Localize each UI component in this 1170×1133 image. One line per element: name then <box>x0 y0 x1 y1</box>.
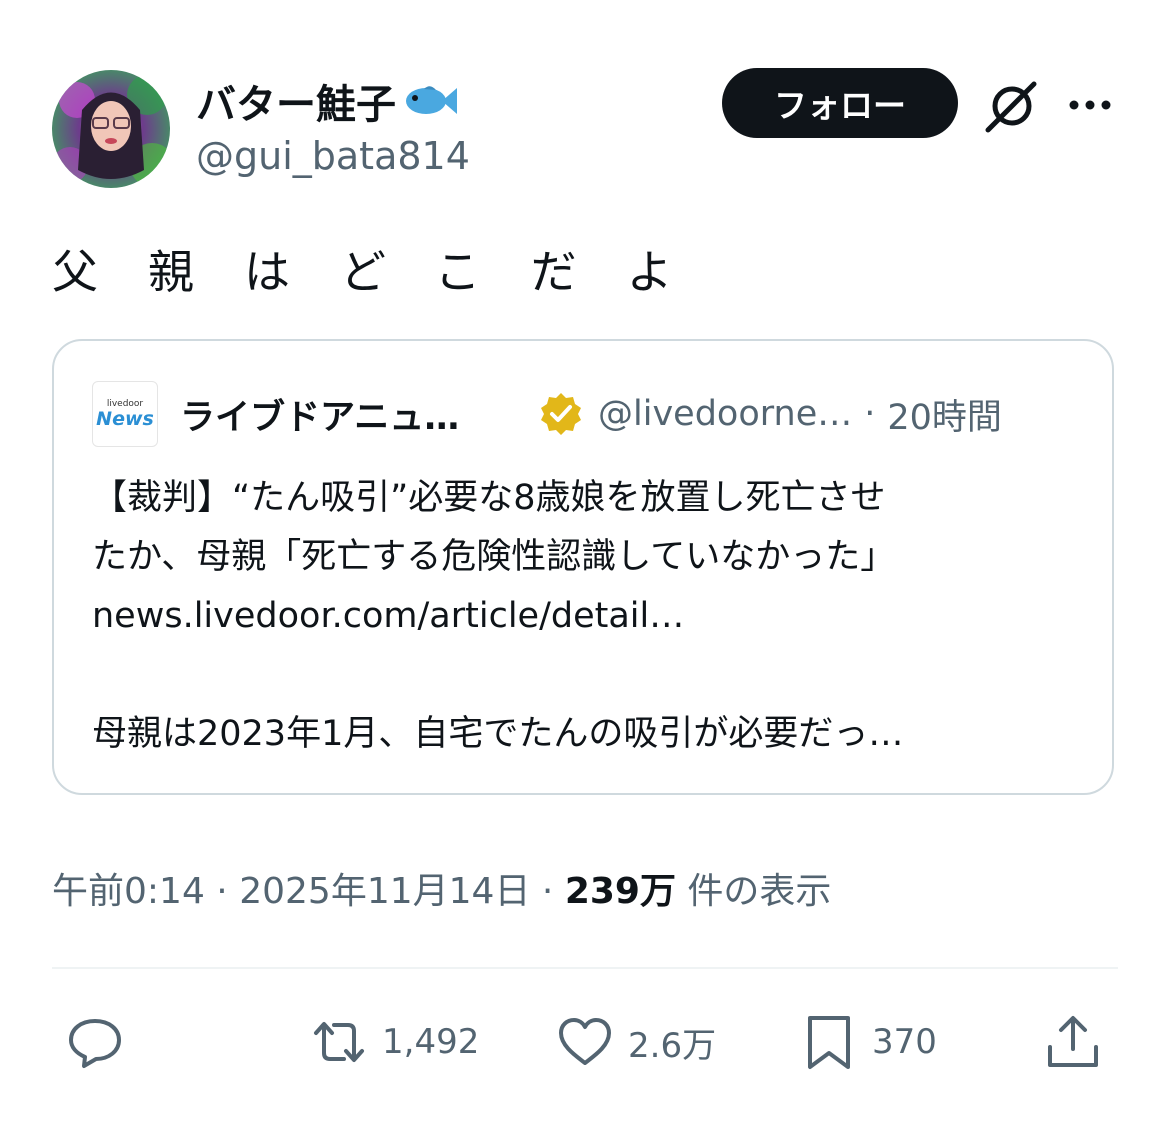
bookmark-icon <box>808 1016 850 1069</box>
quote-body: 【裁判】“たん吸引”必要な8歳娘を放置し死亡させ たか、母親「死亡する危険性認識… <box>92 469 1082 764</box>
author-display-name[interactable]: バター鮭子 <box>196 72 458 130</box>
quote-header: livedoor News ライブドアニュ… @livedoorne… · 20… <box>92 381 1082 447</box>
tweet-text: 父親はどこだよ <box>52 245 723 299</box>
retweet-icon <box>314 1022 364 1062</box>
tweet-time[interactable]: 午前0:14 <box>52 871 205 912</box>
reply-button[interactable] <box>66 1010 124 1074</box>
retweet-button[interactable]: 1,492 <box>310 1010 479 1074</box>
meta-separator: · <box>541 871 554 912</box>
tweet-meta: 午前0:14 · 2025年11月14日 · 239万 件の表示 <box>52 862 831 914</box>
views-label: 件の表示 <box>687 871 832 912</box>
quote-line: たか、母親「死亡する危険性認識していなかった」 <box>92 537 896 577</box>
quoted-tweet-card[interactable]: livedoor News ライブドアニュ… @livedoorne… · 20… <box>52 339 1114 795</box>
quote-author-name[interactable]: ライブドアニュ… <box>180 389 520 440</box>
like-count: 2.6万 <box>628 1025 717 1066</box>
quote-link[interactable]: news.livedoor.com/article/detail… <box>92 587 1082 646</box>
quote-timestamp[interactable]: 20時間 <box>887 389 1002 440</box>
divider <box>52 967 1118 969</box>
fish-emoji-icon <box>406 86 457 114</box>
follow-button[interactable]: フォロー <box>722 68 958 138</box>
quote-line: 母親は2023年1月、自宅でたんの吸引が必要だっ… <box>92 714 904 754</box>
retweet-count: 1,492 <box>382 1022 480 1062</box>
author-handle[interactable]: @gui_bata814 <box>196 134 470 178</box>
author-name-text: バター鮭子 <box>196 82 396 128</box>
share-button[interactable] <box>1044 1010 1102 1074</box>
verified-badge-icon <box>541 393 581 435</box>
share-icon <box>1048 1016 1098 1067</box>
avatar-image <box>52 70 170 188</box>
quote-avatar[interactable]: livedoor News <box>92 381 158 447</box>
logo-big-text: News <box>96 408 154 430</box>
quote-line: 【裁判】“たん吸引”必要な8歳娘を放置し死亡させ <box>92 478 886 518</box>
quote-author-handle[interactable]: @livedoorne… <box>598 394 852 434</box>
avatar[interactable] <box>52 70 170 188</box>
heart-icon <box>559 1018 611 1065</box>
like-button[interactable]: 2.6万 <box>556 1010 716 1074</box>
reply-icon <box>69 1019 121 1068</box>
views-count: 239万 <box>564 871 676 912</box>
bookmark-count: 370 <box>872 1022 937 1062</box>
tweet-date[interactable]: 2025年11月14日 <box>239 871 530 912</box>
quote-separator: · <box>864 394 876 434</box>
more-options-icon[interactable] <box>1068 90 1112 120</box>
meta-separator: · <box>216 871 228 912</box>
grok-icon[interactable] <box>984 78 1040 134</box>
quote-blank-line <box>92 646 1082 705</box>
bookmark-button[interactable]: 370 <box>800 1010 937 1074</box>
